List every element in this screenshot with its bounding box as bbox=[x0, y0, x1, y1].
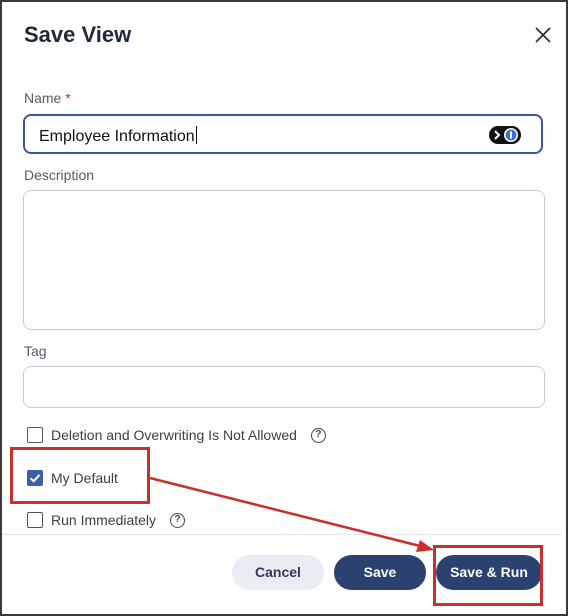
cancel-button[interactable]: Cancel bbox=[232, 555, 324, 590]
footer-divider bbox=[2, 534, 562, 535]
option-run-immediately: Run Immediately ? bbox=[27, 512, 186, 528]
close-button[interactable] bbox=[532, 24, 554, 46]
help-circle-icon[interactable]: ? bbox=[310, 427, 326, 443]
name-label-text: Name bbox=[24, 90, 62, 106]
description-textarea[interactable] bbox=[23, 190, 545, 330]
required-mark: * bbox=[65, 90, 71, 106]
help-glyph: ? bbox=[315, 428, 322, 440]
text-caret bbox=[195, 126, 197, 144]
run-immediately-checkbox[interactable] bbox=[27, 512, 43, 528]
name-input[interactable]: Employee Information bbox=[23, 114, 543, 154]
name-value-text: Employee Information bbox=[39, 128, 195, 145]
option-no-overwrite: Deletion and Overwriting Is Not Allowed … bbox=[27, 427, 326, 443]
save-view-dialog: Save View Name * Employee Information De… bbox=[2, 2, 562, 610]
password-manager-icon-graphic bbox=[494, 128, 518, 142]
tag-input[interactable] bbox=[23, 366, 545, 408]
save-button[interactable]: Save bbox=[334, 555, 426, 590]
name-label: Name * bbox=[24, 90, 71, 106]
close-icon bbox=[535, 27, 551, 43]
dialog-title: Save View bbox=[24, 22, 132, 47]
no-overwrite-checkbox[interactable] bbox=[27, 427, 43, 443]
name-input-value: Employee Information bbox=[39, 126, 197, 146]
no-overwrite-label: Deletion and Overwriting Is Not Allowed bbox=[51, 427, 297, 443]
annotation-box-my-default bbox=[10, 447, 150, 504]
password-manager-icon[interactable] bbox=[489, 126, 521, 144]
help-circle-icon[interactable]: ? bbox=[170, 512, 186, 528]
description-label: Description bbox=[24, 167, 95, 183]
annotation-box-save-run bbox=[433, 545, 543, 606]
run-immediately-label: Run Immediately bbox=[51, 512, 157, 528]
help-glyph: ? bbox=[174, 513, 181, 525]
tag-label: Tag bbox=[24, 343, 47, 359]
